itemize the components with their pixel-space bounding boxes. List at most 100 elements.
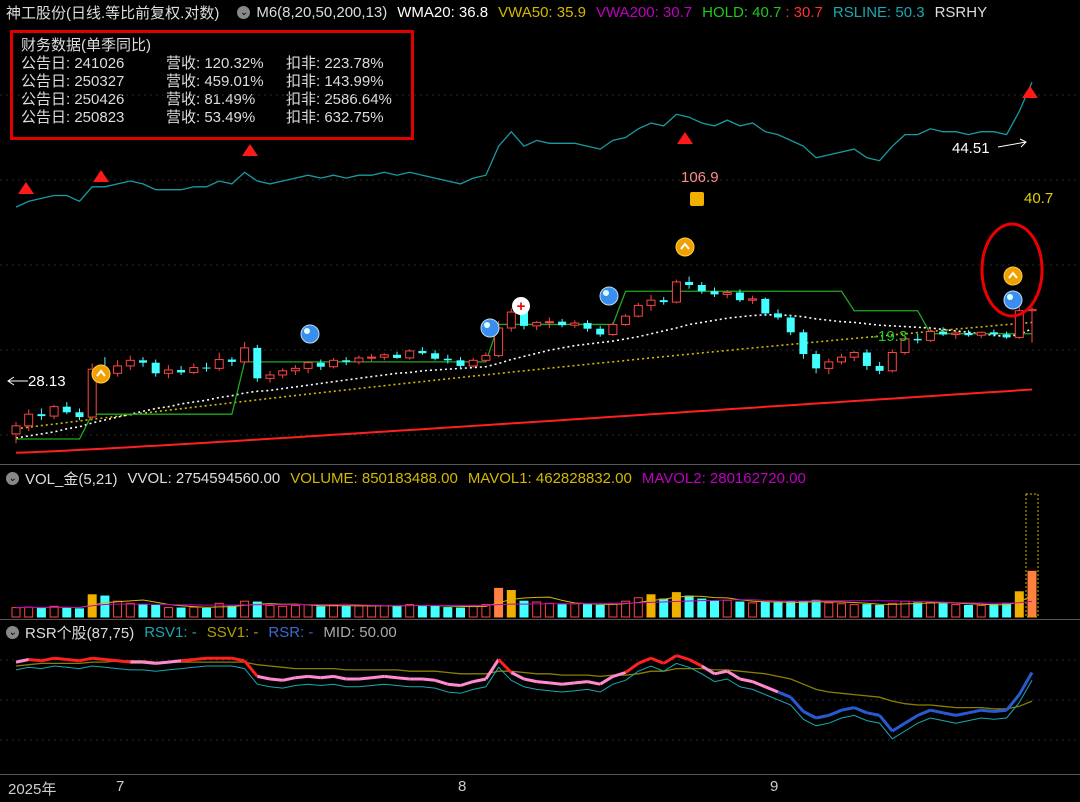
candle [506, 308, 516, 332]
candle-body [570, 322, 580, 326]
candle-body [278, 370, 288, 376]
candle [849, 350, 859, 362]
candle-body [558, 321, 567, 326]
volume-bar [176, 607, 186, 618]
candle [799, 329, 808, 359]
candle [697, 281, 706, 294]
candle-body [710, 291, 719, 295]
candle [786, 314, 795, 336]
candle [189, 363, 199, 375]
candle [862, 349, 871, 371]
candle-body [37, 414, 46, 417]
rsr-segment [536, 680, 550, 685]
volume-bar [189, 606, 199, 618]
candle-body [685, 281, 694, 286]
blue-ball-marker-shine [1007, 294, 1013, 300]
volume-bar [862, 604, 872, 618]
rsr-segment [53, 656, 67, 661]
candle-body [177, 370, 186, 373]
rsr-segment [675, 654, 690, 661]
rsr-segment [117, 659, 131, 664]
volume-bar [786, 601, 796, 618]
candle [659, 296, 668, 305]
volume-bar [11, 607, 21, 618]
candle-body [887, 351, 897, 372]
volume-bar [265, 604, 275, 618]
candle [151, 359, 160, 377]
annotation-low-start: 28.13 [28, 373, 66, 390]
candle-body [113, 365, 123, 374]
rsr-segment [28, 658, 42, 663]
volume-bar [49, 605, 59, 618]
candle-body [875, 365, 884, 371]
candle [37, 408, 46, 420]
candle [393, 351, 401, 359]
candle [379, 353, 389, 361]
candle-body [697, 285, 706, 292]
rsr-segment [396, 676, 410, 681]
rsr-segment [256, 674, 271, 681]
candle [951, 330, 961, 339]
rsr-segment [828, 708, 843, 717]
volume-bar [646, 594, 656, 618]
volume-bar [951, 604, 961, 618]
blue-ball-marker [1003, 290, 1023, 310]
candle-body [544, 321, 554, 324]
candle [544, 317, 554, 328]
rsr-segment [460, 680, 474, 687]
rsr-segment [993, 708, 1007, 713]
candle [139, 357, 147, 367]
candle [227, 357, 236, 366]
candle [1002, 331, 1011, 339]
candle-body [24, 413, 34, 427]
candle [837, 354, 846, 365]
volume-bar [62, 607, 72, 618]
candle [405, 349, 415, 360]
volume-bar [684, 595, 694, 618]
volume-bar [925, 601, 935, 618]
volume-bar [468, 604, 478, 618]
rsr-segment [320, 674, 334, 680]
candle [75, 408, 84, 420]
volume-bar [138, 604, 148, 618]
volume-bar [976, 604, 986, 618]
volume-bar [202, 607, 211, 618]
candle [163, 365, 173, 379]
blue-ball-marker [599, 286, 619, 306]
volume-bar [151, 604, 161, 618]
candle-body [621, 315, 631, 325]
candle-body [139, 360, 147, 363]
volume-bar [75, 608, 84, 618]
candle [265, 370, 275, 383]
volume-bar [583, 604, 592, 618]
candle-body [989, 332, 998, 335]
candle-body [925, 331, 935, 341]
volume-bar [392, 605, 402, 618]
candle-body [837, 356, 846, 363]
gold-up-marker [675, 237, 695, 257]
candle-body [786, 317, 795, 333]
candle-body [329, 359, 338, 368]
rsr-segment [802, 710, 817, 720]
volume-bar [417, 604, 427, 618]
x-axis-label: 9 [770, 778, 779, 795]
rsr-segment [574, 680, 588, 685]
note-icon [690, 192, 704, 206]
blue-ball-marker [480, 318, 500, 338]
candle-body [202, 367, 211, 369]
gold-up-marker [91, 364, 111, 384]
price-chart[interactable]: + 28.13 106.9 -19.3 44.51 40.7 [0, 0, 1080, 802]
volume-bar [913, 602, 923, 618]
candle-body [506, 311, 516, 329]
volume-bar [329, 604, 338, 618]
candle [646, 295, 656, 311]
blue-ball-marker-shine [304, 328, 310, 334]
volume-bar [557, 604, 567, 618]
volume-bar [1002, 602, 1012, 618]
gold-up-marker [1003, 266, 1023, 286]
candle [532, 320, 542, 331]
volume-bar [595, 604, 605, 618]
candle-body [812, 354, 821, 369]
candle-body [151, 362, 160, 374]
red-triangle-marker [1022, 86, 1038, 98]
